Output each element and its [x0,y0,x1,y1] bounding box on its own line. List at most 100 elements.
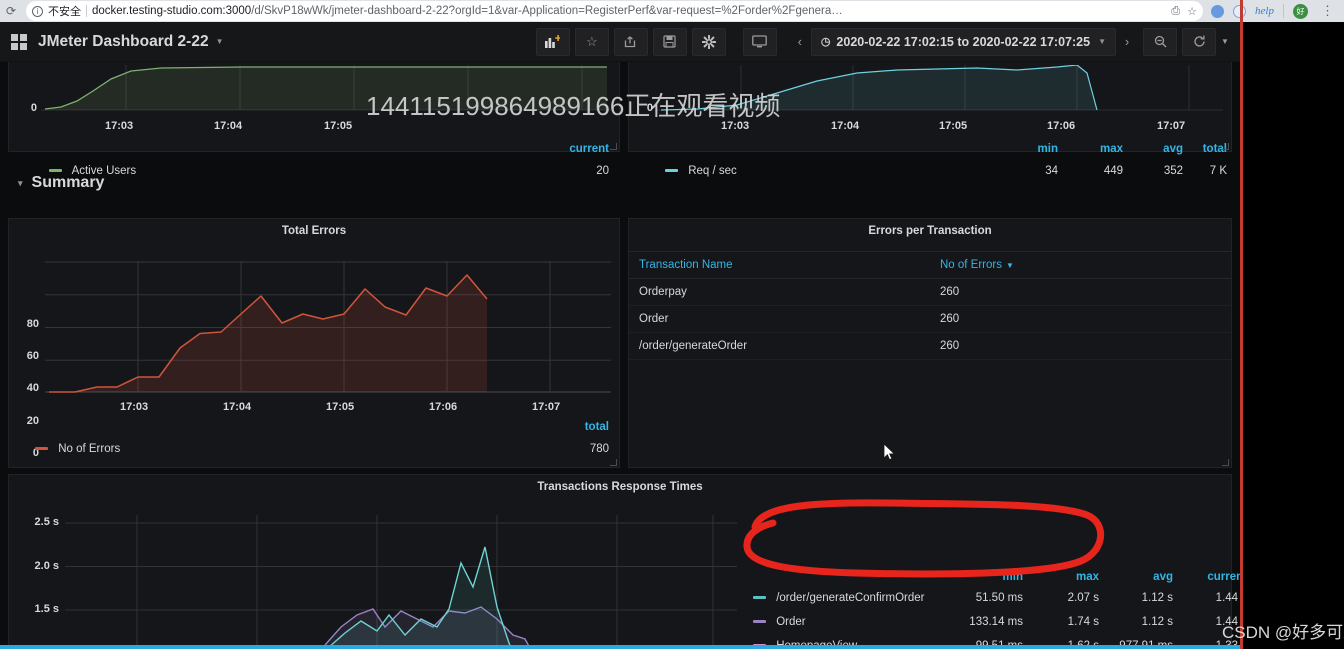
row-header-summary[interactable]: ▾ Summary [18,174,104,192]
dashboard-grid-icon[interactable] [0,33,38,50]
url-host: docker.testing-studio.com:3000 [92,5,252,17]
bar-chart-plus-icon [545,35,561,48]
legend-head-total[interactable]: total [585,421,609,433]
help-extension-icon[interactable]: help [1255,5,1274,17]
panel-resize-handle[interactable] [1222,143,1229,150]
series-color-swatch [753,620,766,624]
legend-head-current[interactable]: current [1185,571,1240,583]
panel-errors-per-transaction[interactable]: Errors per Transaction Transaction Name … [628,218,1232,468]
time-range-picker[interactable]: ◷ 2020-02-22 17:02:15 to 2020-02-22 17:0… [810,27,1116,56]
legend-head-current[interactable]: current [569,143,609,155]
cell-no-of-errors: 260 [930,305,1231,333]
tv-mode-button[interactable] [742,27,777,56]
panel-title[interactable]: Total Errors [9,219,619,237]
panel-resize-handle[interactable] [610,459,617,466]
legend-row[interactable]: /order/generateConfirmOrder [753,592,925,604]
page-title[interactable]: JMeter Dashboard 2-22 [38,33,209,51]
panel-active-users[interactable]: 0 17:03 17:04 17:05 current Active Users… [8,62,620,177]
panel-total-errors[interactable]: Total Errors 80 60 40 20 0 17:03 17:04 1… [8,218,620,468]
security-label: 不安全 [48,6,81,18]
omnibox-divider [86,5,87,17]
total-errors-xtick-4: 17:07 [532,401,561,413]
extension-shield-icon[interactable] [1211,4,1225,18]
total-errors-xtick-1: 17:04 [223,401,252,413]
legend-head-max[interactable]: max [1039,571,1099,583]
site-info-icon[interactable]: i [32,5,43,17]
grid-glyph [11,33,27,50]
legend-head-min[interactable]: min [967,571,1023,583]
sort-desc-caret-icon[interactable]: ▼ [1006,261,1014,270]
cell-transaction-name: Order [629,305,930,333]
time-chevron-down-icon[interactable]: ▼ [1098,37,1106,46]
col-no-of-errors[interactable]: No of Errors ▼ [930,251,1231,279]
series-name: Order [776,616,806,628]
table-row[interactable]: Order 260 [629,305,1231,333]
total-errors-ytick-20: 20 [26,415,39,427]
panel-transactions-response-times[interactable]: Transactions Response Times 2.5 s 2.0 s … [8,474,1240,649]
omnibox-actions: ⎙ ☆ [1167,5,1197,18]
add-panel-button[interactable] [535,27,570,56]
time-range-label: 2020-02-22 17:02:15 to 2020-02-22 17:07:… [836,34,1091,49]
share-icon [625,36,636,48]
table-row[interactable]: /order/generateOrder 260 [629,332,1231,360]
trt-ytick-25: 2.5 s [34,516,59,528]
address-bar[interactable]: i 不安全 docker.testing-studio.com:3000/d/S… [26,1,1204,21]
cell-transaction-name: Orderpay [629,278,930,306]
legend-head-avg[interactable]: avg [1111,571,1173,583]
kebab-menu-icon[interactable]: ⋮ [1317,3,1338,19]
series-color-swatch [665,169,678,173]
series-name: No of Errors [58,443,121,455]
reload-icon[interactable]: ⟳ [0,4,22,18]
bookmark-star-icon[interactable]: ☆ [1187,5,1197,18]
avatar[interactable]: 好 [1293,3,1308,19]
req-ytick-0: 0 [646,102,653,114]
cell-transaction-name: /order/generateOrder [629,332,930,360]
col-transaction-name[interactable]: Transaction Name [629,251,930,279]
series-name: /order/generateConfirmOrder [776,592,925,604]
page-right-edge [1240,22,1344,649]
zoom-out-button[interactable] [1143,27,1177,56]
panel-title[interactable]: Errors per Transaction [629,219,1231,237]
title-chevron-down-icon[interactable]: ▼ [216,37,224,46]
req-xtick-1: 17:04 [831,120,860,132]
legend-head-avg[interactable]: avg [1143,143,1183,155]
navbar-actions: ☆ ‹ ◷ 2020-02-22 17:02:15 to 2020-02-22 … [531,27,1240,56]
total-errors-ytick-60: 60 [26,350,39,362]
refresh-interval-button[interactable]: ▼ [1216,28,1234,56]
legend-row[interactable]: No of Errors [35,443,120,455]
star-icon: ☆ [585,33,598,49]
table-row[interactable]: Orderpay 260 [629,278,1231,306]
refresh-button[interactable] [1182,27,1216,56]
legend-head-min[interactable]: min [1018,143,1058,155]
legend-row[interactable]: Order [753,616,806,628]
series-name: Req / sec [688,165,737,177]
time-next-button[interactable]: › [1116,28,1138,56]
series-color-swatch [49,169,62,173]
mouse-cursor [884,444,896,461]
bottom-blue-strip [0,645,1240,649]
browser-extensions: help 好 ⋮ [1205,3,1344,19]
panel-resize-handle[interactable] [610,143,617,150]
screen: ⟳ i 不安全 docker.testing-studio.com:3000/d… [0,0,1344,649]
dashboard-settings-button[interactable] [691,27,726,56]
red-vertical-annotation-line [1240,0,1243,649]
series-min-value: 51.50 ms [975,592,1023,604]
chevron-down-icon[interactable]: ▾ [18,178,23,189]
share-dashboard-button[interactable] [613,27,648,56]
trt-ytick-15: 1.5 s [34,603,59,615]
legend-row[interactable]: Req / sec [665,165,737,177]
translate-icon[interactable]: ⎙ [1171,5,1180,18]
panel-req-per-sec[interactable]: 0 17:03 17:04 17:05 17:06 17:07 min max … [628,62,1232,177]
time-prev-button[interactable]: ‹ [789,28,811,56]
panel-resize-handle[interactable] [1222,459,1229,466]
legend-head-max[interactable]: max [1081,143,1123,155]
save-dashboard-button[interactable] [652,27,687,56]
errors-table: Transaction Name No of Errors ▼ Orderpay … [629,251,1231,360]
panel-title[interactable]: Transactions Response Times [9,475,1231,493]
series-total-value: 780 [589,443,609,455]
mark-favorite-button[interactable]: ☆ [574,27,609,56]
series-max-value: 2.07 s [1067,592,1099,604]
active-users-ytick-0: 0 [30,102,37,114]
req-xtick-2: 17:05 [939,120,968,132]
trt-ytick-20: 2.0 s [34,560,59,572]
